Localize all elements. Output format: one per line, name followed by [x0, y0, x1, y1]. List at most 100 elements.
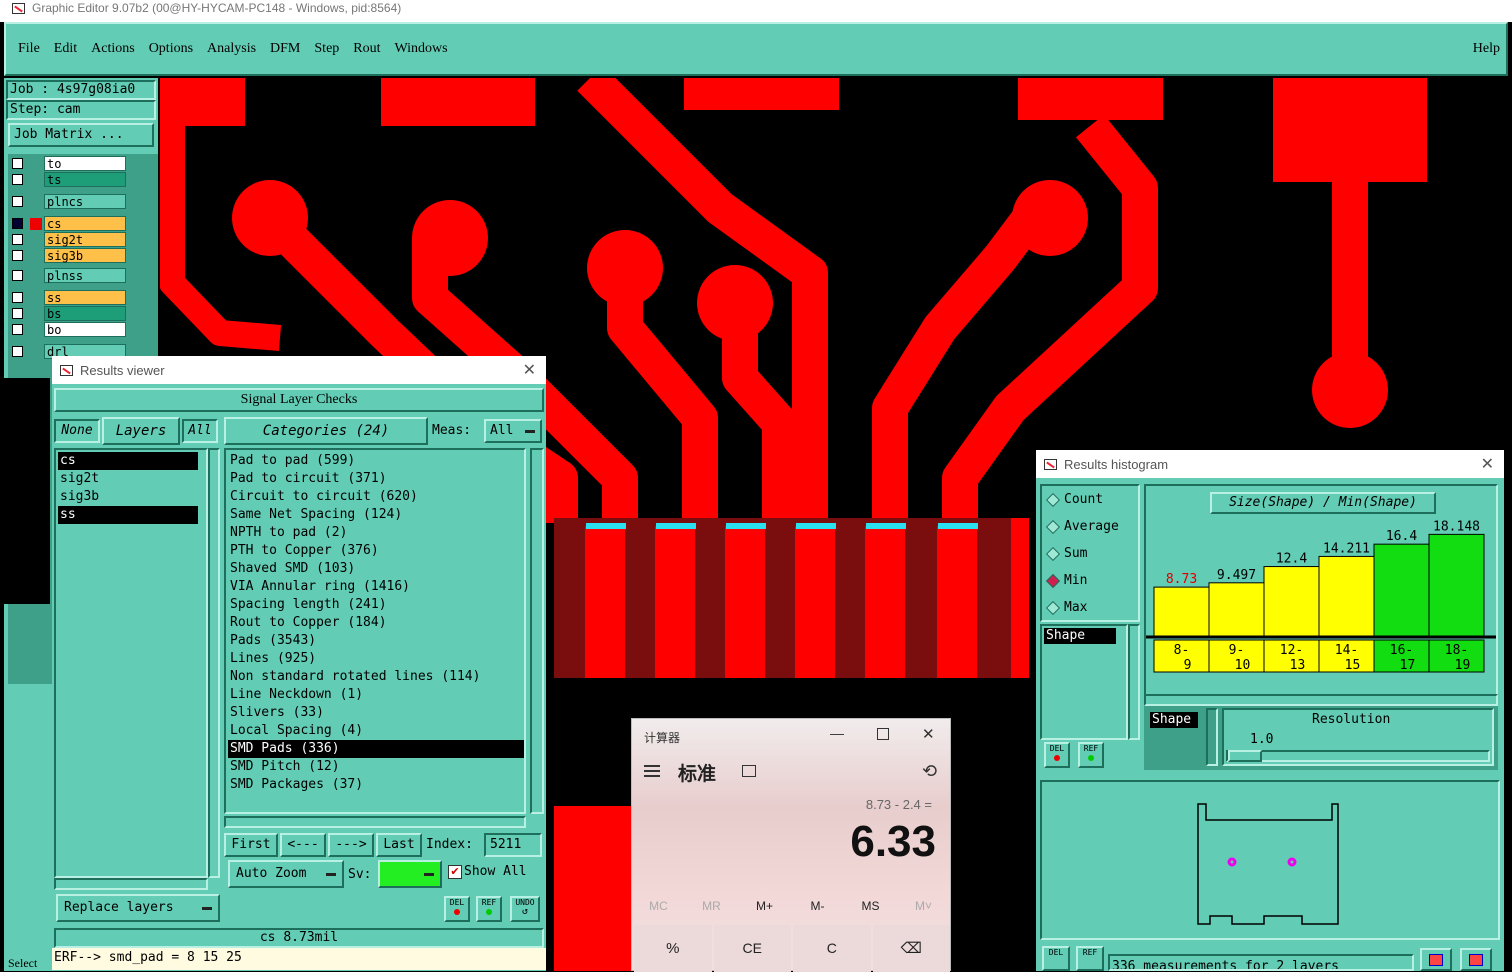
menu-help[interactable]: Help [1473, 41, 1500, 57]
layer-checkbox[interactable] [12, 174, 23, 185]
list-item[interactable]: Circuit to circuit (620) [228, 488, 524, 506]
shape-scrollbar[interactable] [1128, 624, 1140, 740]
list-item[interactable]: Pads (3543) [228, 632, 524, 650]
list-item[interactable]: Same Net Spacing (124) [228, 506, 524, 524]
list-item[interactable]: Shaved SMD (103) [228, 560, 524, 578]
layer-row-plnss[interactable]: plnss [10, 268, 128, 284]
job-matrix-button[interactable]: Job Matrix ... [8, 123, 154, 147]
undo-button[interactable]: UNDO ↺ [510, 896, 540, 922]
layer-row-to[interactable]: to [10, 156, 128, 172]
chart-icon-button[interactable] [1460, 948, 1492, 971]
menu-analysis[interactable]: Analysis [207, 41, 256, 57]
radio-min[interactable]: Min [1045, 571, 1119, 598]
last-button[interactable]: Last [376, 833, 422, 857]
mr-button[interactable]: MR [685, 899, 738, 913]
next-button[interactable]: ---> [328, 833, 374, 857]
layer-row-ss[interactable]: ss [10, 290, 128, 306]
layer-row-sig2t[interactable]: sig2t [10, 232, 128, 248]
del-button[interactable]: DEL [444, 896, 470, 922]
list-item[interactable]: Spacing length (241) [228, 596, 524, 614]
layer-row-bo[interactable]: bo [10, 322, 128, 338]
shape-listbox[interactable]: Shape [1040, 624, 1128, 740]
layer-row-sig3b[interactable]: sig3b [10, 248, 128, 264]
layer-scrollbar[interactable] [208, 448, 220, 878]
meas-dropdown[interactable]: All [484, 419, 542, 443]
histogram-hscrollbar[interactable] [1144, 694, 1498, 706]
radio-average[interactable]: Average [1045, 517, 1119, 544]
layer-row-ts[interactable]: ts [10, 172, 128, 188]
list-item[interactable]: sig3b [58, 488, 198, 506]
list-item[interactable]: Local Spacing (4) [228, 722, 524, 740]
list-item[interactable]: Pad to circuit (371) [228, 470, 524, 488]
ref-button[interactable]: REF [476, 896, 502, 922]
shape-list-item[interactable]: Shape [1044, 628, 1116, 644]
layer-row-cs[interactable]: cs [10, 216, 128, 232]
list-item[interactable]: cs [58, 452, 198, 470]
menu-edit[interactable]: Edit [54, 41, 77, 57]
menu-rout[interactable]: Rout [353, 41, 380, 57]
list-item[interactable]: Line Neckdown (1) [228, 686, 524, 704]
list-item[interactable]: ss [58, 506, 198, 524]
list-item[interactable]: Slivers (33) [228, 704, 524, 722]
list-item[interactable]: Rout to Copper (184) [228, 614, 524, 632]
close-icon[interactable]: ✕ [922, 725, 935, 743]
keep-on-top-icon[interactable] [742, 765, 756, 777]
radio-sum[interactable]: Sum [1045, 544, 1119, 571]
resolution-slider[interactable] [1226, 750, 1490, 762]
resolution-scroll[interactable] [1206, 708, 1218, 766]
mc-button[interactable]: MC [632, 899, 685, 913]
layer-checkbox[interactable] [12, 196, 23, 207]
maximize-icon[interactable] [877, 728, 889, 740]
layer-checkbox[interactable] [12, 250, 23, 261]
list-item[interactable]: SMD Packages (37) [228, 776, 524, 794]
list-item[interactable]: SMD Pitch (12) [228, 758, 524, 776]
layer-row-plncs[interactable]: plncs [10, 194, 128, 210]
radio-count[interactable]: Count [1045, 490, 1119, 517]
category-hscrollbar[interactable] [224, 816, 526, 828]
m-plus-button[interactable]: M+ [738, 899, 791, 913]
categories-button[interactable]: Categories (24) [224, 417, 428, 445]
layers-button[interactable]: Layers [102, 417, 180, 445]
layer-checkbox[interactable] [12, 346, 23, 357]
menu-options[interactable]: Options [149, 41, 193, 57]
list-item[interactable]: Non standard rotated lines (114) [228, 668, 524, 686]
c-key[interactable]: C [793, 925, 871, 972]
ce-key[interactable]: CE [713, 925, 791, 972]
layer-row-bs[interactable]: bs [10, 306, 128, 322]
list-item[interactable]: sig2t [58, 470, 198, 488]
list-item[interactable]: PTH to Copper (376) [228, 542, 524, 560]
replace-layers-dropdown[interactable]: Replace layers [56, 894, 220, 922]
list-item[interactable]: SMD Pads (336) [228, 740, 524, 758]
first-button[interactable]: First [224, 833, 278, 857]
category-listbox[interactable]: Pad to pad (599) Pad to circuit (371) Circ… [224, 448, 526, 814]
layer-checkbox[interactable] [12, 324, 23, 335]
auto-zoom-dropdown[interactable]: Auto Zoom [228, 860, 344, 888]
show-all-checkbox[interactable]: ✔ [448, 865, 462, 879]
history-icon[interactable]: ⟲ [922, 761, 937, 782]
category-scrollbar[interactable] [530, 448, 544, 814]
ms-button[interactable]: MS [844, 899, 897, 913]
list-item[interactable]: VIA Annular ring (1416) [228, 578, 524, 596]
list-item[interactable]: Pad to pad (599) [228, 452, 524, 470]
layer-checkbox[interactable] [12, 270, 23, 281]
list-item[interactable]: Lines (925) [228, 650, 524, 668]
hamburger-icon[interactable] [644, 765, 660, 777]
backspace-key[interactable]: ⌫ [872, 925, 950, 972]
none-button[interactable]: None [54, 419, 100, 443]
sv-color-dropdown[interactable] [378, 860, 442, 888]
all-button[interactable]: All [182, 419, 218, 443]
percent-key[interactable]: % [634, 925, 712, 972]
layer-checkbox[interactable] [12, 234, 23, 245]
radio-max[interactable]: Max [1045, 598, 1119, 625]
menu-file[interactable]: File [18, 41, 40, 57]
index-input[interactable]: 5211 [484, 833, 542, 857]
menu-dfm[interactable]: DFM [270, 41, 300, 57]
m-list-button[interactable]: M˅ [897, 899, 950, 913]
prev-button[interactable]: <--- [280, 833, 326, 857]
layer-checkbox[interactable] [12, 218, 23, 229]
del-button[interactable]: DEL [1042, 946, 1070, 971]
list-item[interactable]: NPTH to pad (2) [228, 524, 524, 542]
menu-step[interactable]: Step [314, 41, 339, 57]
slider-handle[interactable] [1228, 750, 1262, 762]
close-icon[interactable]: ✕ [1481, 454, 1494, 474]
